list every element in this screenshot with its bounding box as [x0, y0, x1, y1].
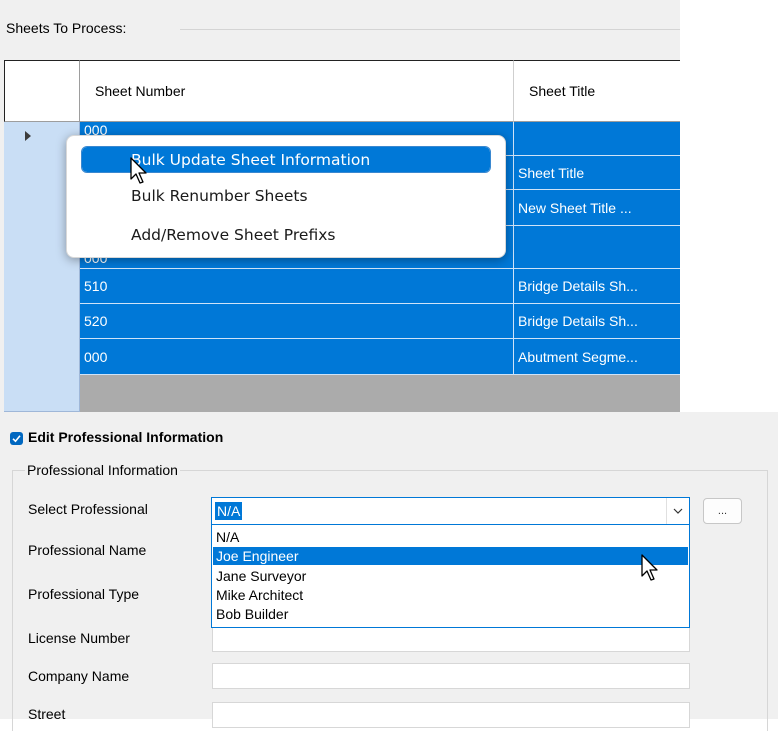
checkmark-icon: [12, 435, 21, 443]
sheet-title-cell[interactable]: Sheet Title: [514, 156, 680, 190]
select-professional-value: N/A: [215, 502, 243, 520]
menu-item-bulk-renumber[interactable]: Bulk Renumber Sheets: [82, 183, 490, 208]
dropdown-option[interactable]: Bob Builder: [213, 605, 688, 623]
dropdown-option-highlighted[interactable]: Joe Engineer: [213, 547, 688, 565]
sheet-title-cell[interactable]: Bridge Details Sh...: [514, 304, 680, 339]
professional-panel: Edit Professional Information Profession…: [0, 412, 778, 731]
edit-professional-label[interactable]: Edit Professional Information: [28, 429, 223, 445]
company-name-label: Company Name: [28, 668, 130, 684]
sheet-title-cell[interactable]: Bridge Details Sh...: [514, 269, 680, 304]
street-field[interactable]: [212, 702, 690, 728]
column-header-sheet-number[interactable]: Sheet Number: [80, 60, 514, 122]
column-header-sheet-title[interactable]: Sheet Title: [514, 60, 680, 122]
sheet-number-cell[interactable]: 520: [80, 304, 514, 339]
dropdown-option[interactable]: Jane Surveyor: [213, 567, 688, 585]
browse-professional-button[interactable]: ...: [703, 498, 742, 524]
chevron-down-icon: [673, 508, 683, 514]
license-number-label: License Number: [28, 630, 130, 646]
menu-item-bulk-update[interactable]: Bulk Update Sheet Information: [81, 146, 491, 173]
menu-item-sheet-prefixes[interactable]: Add/Remove Sheet Prefixs: [82, 222, 490, 247]
sheet-title-cell[interactable]: [514, 122, 680, 156]
dropdown-toggle[interactable]: [666, 498, 689, 524]
context-menu: Bulk Update Sheet Information Bulk Renum…: [66, 135, 506, 258]
sheet-number-cell[interactable]: 510: [80, 269, 514, 304]
professional-dropdown-list[interactable]: N/A Joe Engineer Jane Surveyor Mike Arch…: [211, 524, 690, 628]
street-label: Street: [28, 706, 66, 722]
professional-name-label: Professional Name: [28, 542, 147, 558]
sheet-title-cell[interactable]: New Sheet Title ...: [514, 190, 680, 226]
group-divider: [180, 29, 680, 30]
dropdown-option[interactable]: N/A: [213, 528, 688, 546]
professional-info-title: Professional Information: [25, 462, 180, 478]
select-professional-label: Select Professional: [28, 501, 148, 517]
grid-corner-header[interactable]: [4, 60, 80, 122]
sheets-group-title: Sheets To Process:: [6, 20, 131, 36]
company-name-field[interactable]: [212, 663, 690, 689]
select-professional-combo[interactable]: N/A: [211, 497, 690, 525]
sheet-title-cell[interactable]: Abutment Segme...: [514, 339, 680, 375]
edit-professional-checkbox[interactable]: [10, 432, 23, 445]
sheet-title-cell[interactable]: [514, 226, 680, 269]
professional-type-label: Professional Type: [28, 586, 140, 602]
sheet-number-cell[interactable]: 000: [80, 339, 514, 375]
row-pointer-icon: [25, 131, 31, 141]
sheets-panel: Sheets To Process: Sheet Number Sheet Ti…: [0, 0, 680, 412]
license-number-field[interactable]: [212, 626, 690, 652]
dropdown-option[interactable]: Mike Architect: [213, 586, 688, 604]
